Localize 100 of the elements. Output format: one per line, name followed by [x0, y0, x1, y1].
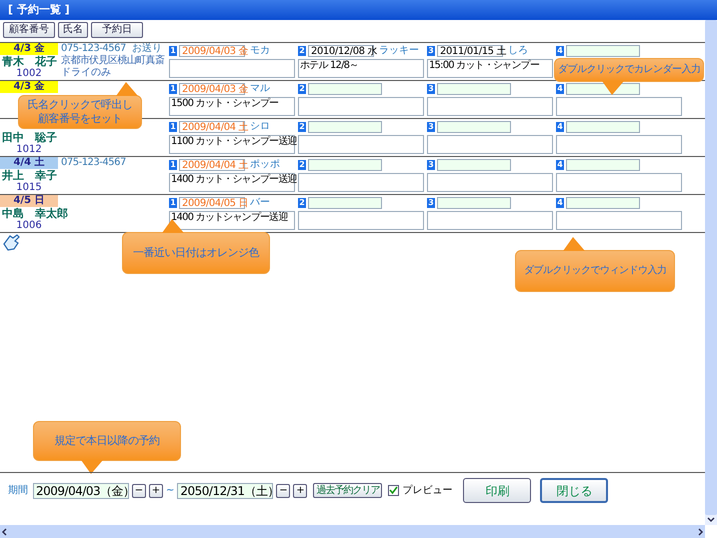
pet-name[interactable]: ラッキー: [376, 44, 419, 56]
date-field[interactable]: [437, 158, 511, 170]
customer-name[interactable]: 中島 幸太郎: [0, 207, 68, 220]
pet-name[interactable]: しろ: [505, 44, 528, 56]
callout-tail: [162, 219, 186, 233]
sort-button[interactable]: 顧客番号: [3, 22, 55, 38]
memo-field[interactable]: 1400 カットシャンプー送迎: [169, 211, 295, 230]
customer-number: 1006: [15, 220, 43, 231]
customer-number: 1015: [15, 182, 43, 193]
memo-field[interactable]: [298, 97, 424, 116]
memo-field[interactable]: [427, 211, 553, 230]
date-field[interactable]: [566, 196, 640, 208]
slot-number-badge: 3: [427, 46, 435, 56]
memo-field[interactable]: [427, 97, 553, 116]
scroll-down-icon[interactable]: [705, 515, 717, 525]
sort-button[interactable]: 氏名: [58, 22, 88, 38]
hand-cursor-icon: [2, 232, 22, 252]
date-cell: 4/4 土: [0, 157, 58, 169]
date-field[interactable]: 2009/04/03（金）: [33, 482, 129, 498]
preview-checkbox[interactable]: [388, 485, 400, 496]
sort-button[interactable]: 予約日: [91, 22, 143, 38]
date-cell: 4/5 日: [0, 195, 58, 207]
callout-tail: [563, 237, 587, 251]
slot-number-badge: 2: [298, 122, 306, 132]
date-field[interactable]: [308, 158, 382, 170]
address-text: 京都市伏見区桃山町真斎: [61, 55, 166, 67]
slot-number-badge: 1: [169, 122, 177, 132]
period-label: 期間: [8, 484, 28, 498]
pet-name[interactable]: モカ: [247, 44, 270, 56]
slot-number-badge: 1: [169, 46, 177, 56]
date-field[interactable]: [566, 44, 640, 56]
date-cell: 4/3 金: [0, 81, 58, 93]
callout-tail: [116, 82, 140, 96]
memo-field[interactable]: [298, 135, 424, 154]
slot-number-badge: 3: [427, 122, 435, 132]
horizontal-scrollbar[interactable]: [0, 525, 705, 538]
pet-name[interactable]: シロ: [247, 120, 270, 132]
slot-number-badge: 2: [298, 46, 306, 56]
window-title: [ 予約一覧 ]: [8, 2, 70, 18]
date-field[interactable]: [437, 82, 511, 94]
date-field[interactable]: [308, 82, 382, 94]
plus-button[interactable]: +: [149, 484, 163, 498]
close-button[interactable]: 閉じる: [540, 478, 608, 503]
slot-number-badge: 4: [556, 198, 564, 208]
memo-field[interactable]: [298, 211, 424, 230]
preview-label: プレビュー: [402, 484, 452, 498]
hint-tooltip: 規定で本日以降の予約: [33, 421, 181, 461]
plus-button[interactable]: +: [293, 484, 308, 498]
memo-field[interactable]: [556, 97, 682, 116]
date-field[interactable]: [566, 158, 640, 170]
slot-number-badge: 2: [298, 84, 306, 94]
memo-field[interactable]: 1100 カット・シャンプー送迎: [169, 135, 295, 154]
slot-number-badge: 2: [298, 198, 306, 208]
memo-field[interactable]: [556, 135, 682, 154]
phone-number: 075-123-4567: [61, 43, 126, 54]
slot-number-badge: 1: [169, 84, 177, 94]
customer-number: 1002: [15, 68, 43, 79]
delivery-note: お送り: [132, 43, 162, 54]
hint-tooltip: 氏名クリックで呼出し顧客番号をセット: [18, 95, 142, 129]
slot-number-badge: 4: [556, 46, 564, 56]
memo-field[interactable]: [556, 173, 682, 192]
slot-number-badge: 3: [427, 84, 435, 94]
date-field[interactable]: [437, 120, 511, 132]
hint-tooltip: ダブルクリックでカレンダー入力: [554, 58, 704, 82]
minus-button[interactable]: −: [276, 484, 290, 498]
memo-field[interactable]: 1500 カット・シャンプー: [169, 97, 295, 116]
hint-tooltip: 一番近い日付はオレンジ色: [122, 232, 270, 274]
memo-field[interactable]: [427, 135, 553, 154]
pet-name[interactable]: ポッポ: [247, 158, 280, 170]
memo-field[interactable]: [298, 173, 424, 192]
memo-field[interactable]: 1400 カット・シャンプー送迎: [169, 173, 295, 192]
slot-number-badge: 1: [169, 160, 177, 170]
slot-number-badge: 4: [556, 160, 564, 170]
customer-name[interactable]: 井上 幸子: [0, 169, 57, 182]
callout-tail: [81, 460, 105, 474]
memo-field[interactable]: [427, 173, 553, 192]
date-field[interactable]: [308, 120, 382, 132]
print-button[interactable]: 印刷: [463, 478, 532, 503]
pet-name[interactable]: バー: [247, 196, 270, 208]
pet-name[interactable]: マル: [247, 82, 270, 94]
memo-field[interactable]: [169, 59, 295, 78]
memo-field[interactable]: ホテル 12/8～: [298, 59, 424, 78]
minus-button[interactable]: −: [132, 484, 146, 498]
remark-text: ドライのみ: [61, 67, 112, 79]
date-field[interactable]: [566, 120, 640, 132]
slot-number-badge: 3: [427, 198, 435, 208]
slot-number-badge: 1: [169, 198, 177, 208]
slot-number-badge: 2: [298, 160, 306, 170]
customer-name[interactable]: 青木 花子: [0, 55, 57, 68]
clear-past-button[interactable]: 過去予約クリア: [313, 483, 382, 498]
date-field[interactable]: [437, 196, 511, 208]
date-field[interactable]: 2050/12/31（土）: [177, 482, 274, 498]
hint-tooltip: ダブルクリックでウィンドウ入力: [515, 250, 675, 292]
memo-field[interactable]: 15:00 カット・シャンプー: [427, 59, 553, 78]
tilde-text: ~: [166, 484, 174, 498]
date-cell: 4/3 金: [0, 43, 58, 55]
callout-tail: [602, 81, 626, 95]
date-field[interactable]: [308, 196, 382, 208]
customer-name[interactable]: 田中 聡子: [0, 131, 57, 144]
memo-field[interactable]: [556, 211, 682, 230]
